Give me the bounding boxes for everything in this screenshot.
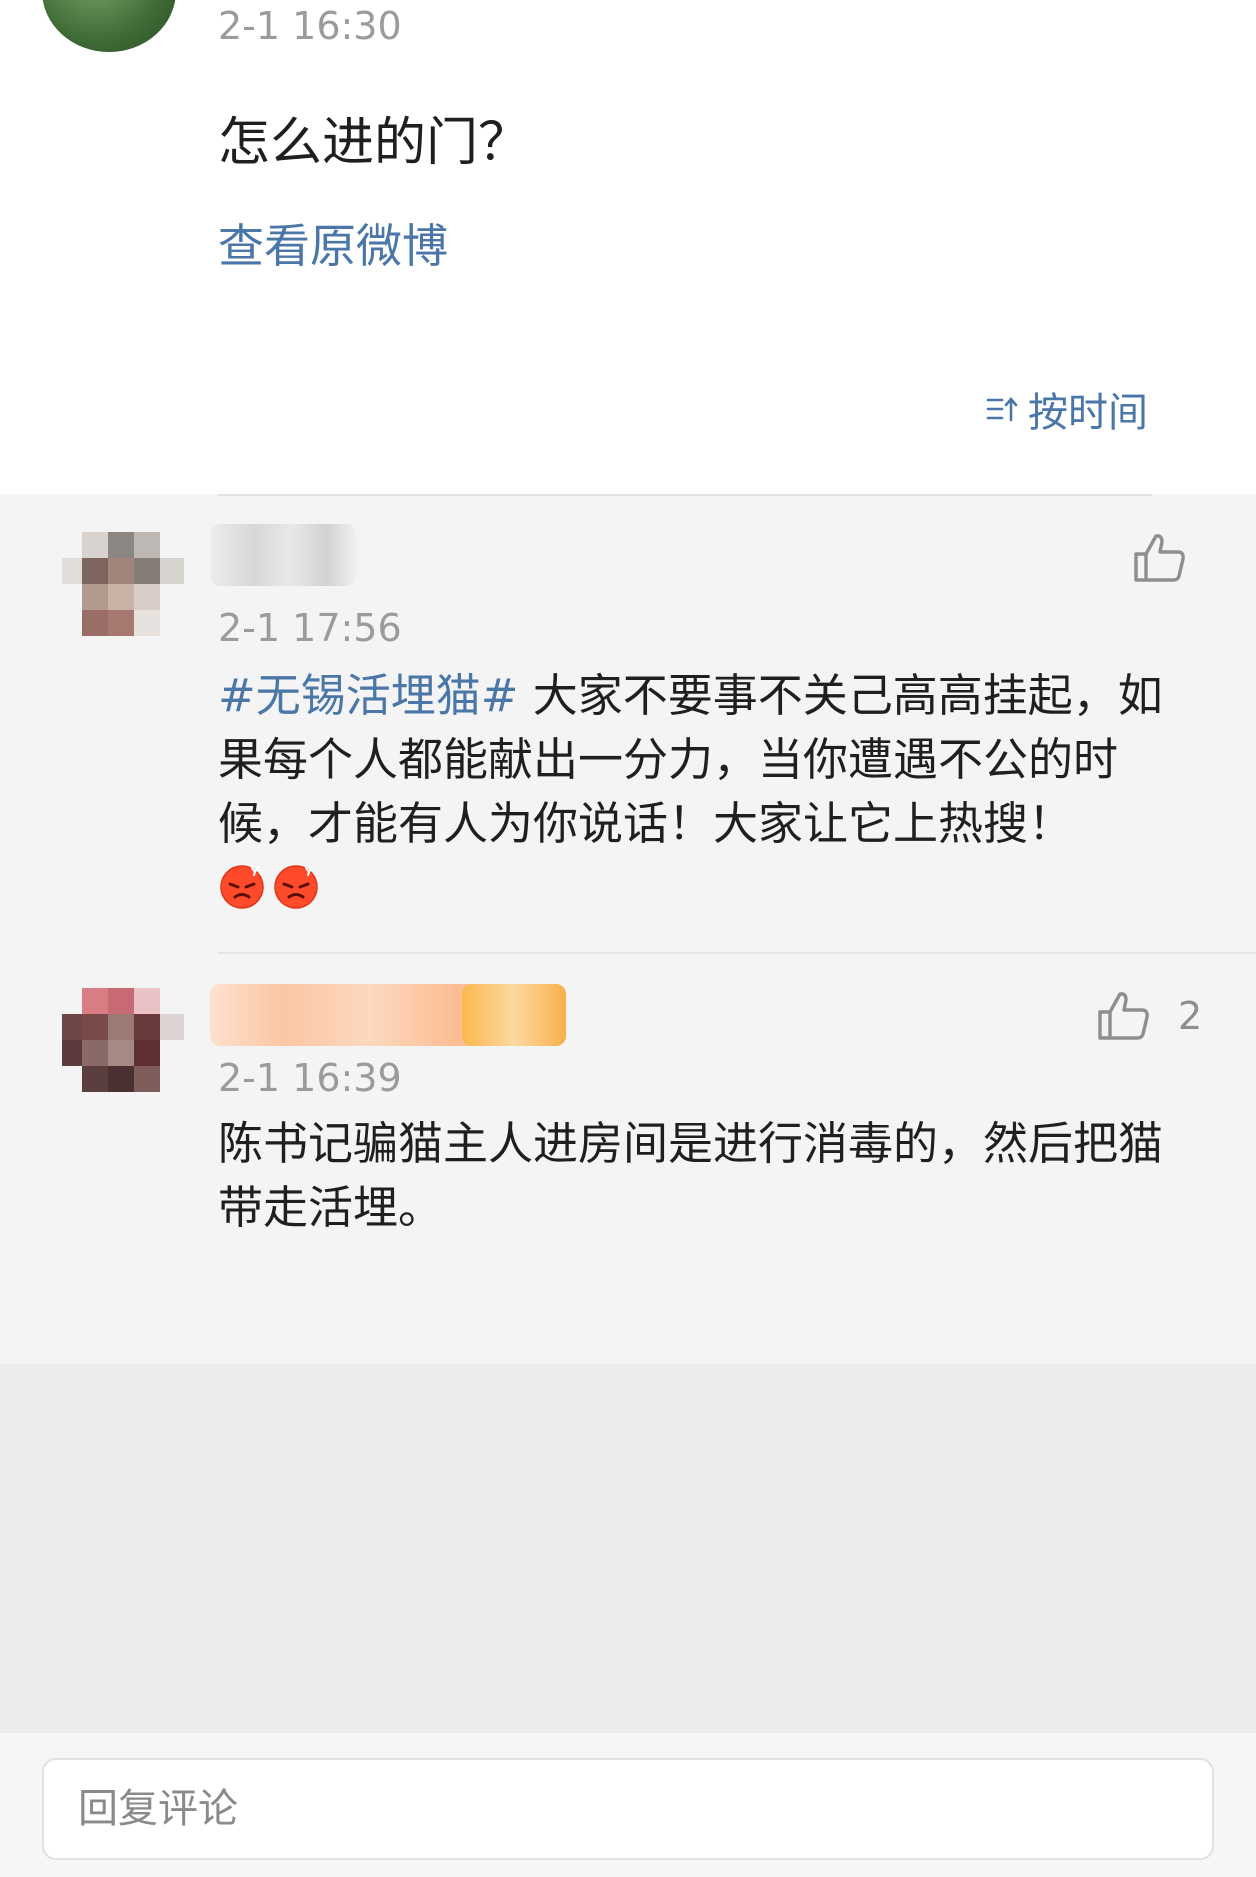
comment-time: 2-1 16:39 (218, 1056, 402, 1100)
sort-by-time-button[interactable]: 按时间 (986, 380, 1148, 438)
avatar[interactable] (62, 980, 186, 1104)
comment-time: 2-1 17:56 (218, 606, 402, 650)
post-text: 怎么进的门？ (218, 113, 531, 173)
comment-text: 陈书记骗猫主人进房间是进行消毒的，然后把猫带走活埋。 (218, 1117, 1164, 1234)
angry-face-icon (220, 865, 264, 909)
reply-comment-input[interactable]: 回复评论 (42, 1758, 1214, 1860)
user-badge-blurred (462, 984, 566, 1046)
like-button[interactable]: 2 (1096, 990, 1202, 1042)
thumbs-up-icon (1098, 992, 1149, 1040)
username-blurred[interactable] (210, 524, 356, 586)
comment-text: #无锡活埋猫# 大家不要事不关己高高挂起，如果每个人都能献出一分力，当你遭遇不公… (218, 664, 1203, 910)
sort-label: 按时间 (1028, 390, 1148, 436)
emoji-row (218, 862, 1203, 910)
avatar[interactable] (42, 0, 176, 52)
divider (218, 952, 1256, 954)
sort-icon (986, 396, 1018, 422)
top-post-card: 2-1 16:30 怎么进的门？ 查看原微博 按时间 (0, 0, 1256, 494)
thumbs-up-icon (1134, 534, 1185, 582)
post-time: 2-1 16:30 (218, 4, 402, 48)
hashtag-link[interactable]: #无锡活埋猫# (218, 669, 518, 722)
view-original-link[interactable]: 查看原微博 (218, 210, 448, 276)
like-count: 2 (1178, 994, 1203, 1038)
like-button[interactable] (1132, 532, 1188, 584)
divider (218, 494, 1152, 496)
avatar[interactable] (62, 524, 186, 648)
empty-area (0, 1364, 1256, 1732)
angry-face-icon (274, 865, 318, 909)
reply-bar: 回复评论 (0, 1732, 1256, 1877)
comment-list: 2-1 17:56 #无锡活埋猫# 大家不要事不关己高高挂起，如果每个人都能献出… (0, 494, 1256, 1364)
